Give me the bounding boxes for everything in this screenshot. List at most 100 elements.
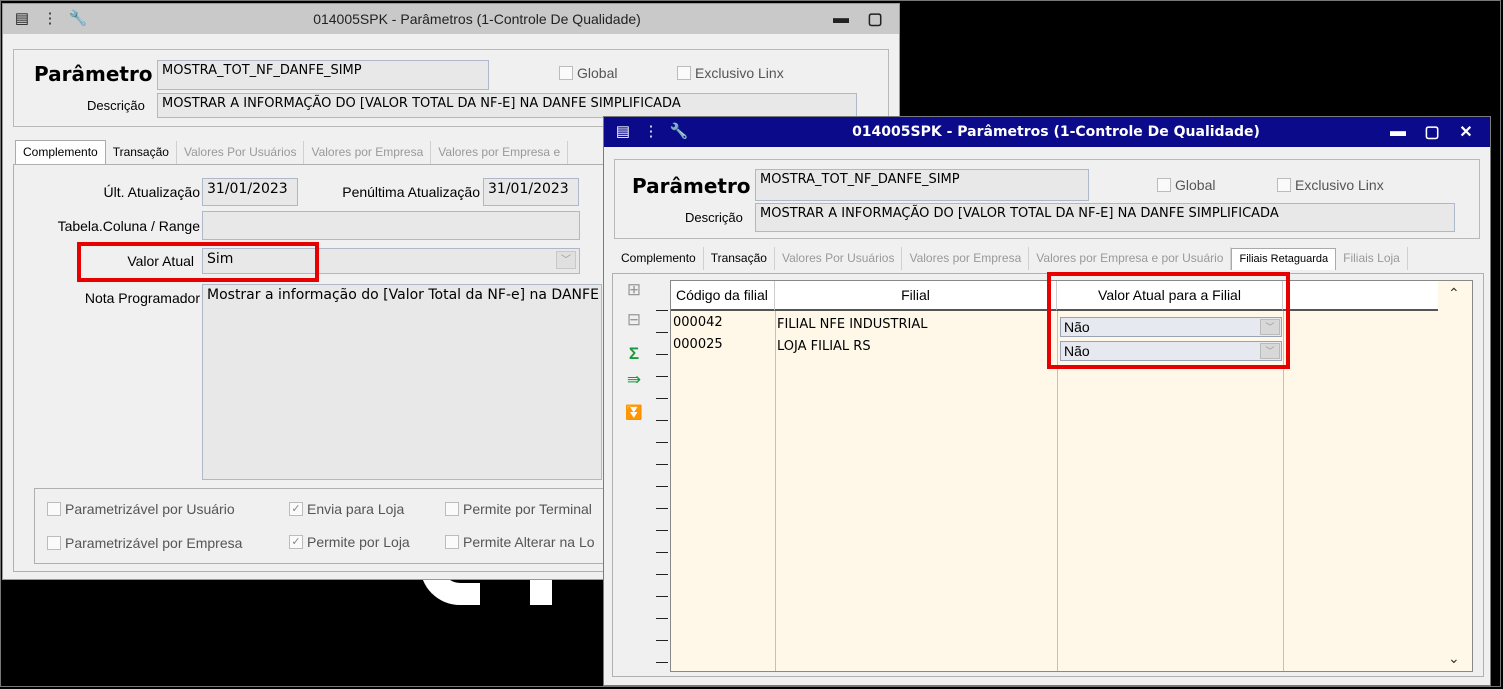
checkbox-box[interactable]	[559, 66, 573, 80]
row-indicator	[656, 376, 668, 377]
vertical-scrollbar[interactable]: ⌃ ⌄	[1438, 281, 1472, 671]
menu-icon[interactable]: ▤	[614, 124, 632, 140]
penultima-field[interactable]: 31/01/2023	[483, 178, 579, 206]
tab-complemento[interactable]: Complemento	[614, 247, 704, 270]
cell-codigo[interactable]: 000025	[673, 337, 723, 352]
maximize-button[interactable]: ▢	[865, 10, 885, 28]
parametro-field[interactable]: MOSTRA_TOT_NF_DANFE_SIMP	[755, 169, 1089, 201]
tab-transacao[interactable]: Transação	[106, 141, 177, 164]
checkbox-box[interactable]: ✓	[289, 502, 303, 516]
tab-valores-usuarios[interactable]: Valores Por Usuários	[775, 247, 903, 270]
exclusivo-checkbox[interactable]: Exclusivo Linx	[677, 65, 784, 81]
col-divider	[775, 311, 776, 671]
scroll-down-icon[interactable]: ⌄	[1448, 650, 1460, 667]
tab-valores-empresa-usuario[interactable]: Valores por Empresa e	[431, 141, 569, 164]
global-checkbox[interactable]: Global	[559, 65, 617, 81]
parametro-label: Parâmetro	[34, 62, 153, 86]
checkbox-box[interactable]	[677, 66, 691, 80]
tab-valores-empresa[interactable]: Valores por Empresa	[304, 141, 432, 164]
row-indicator	[656, 508, 668, 509]
row-indicator	[656, 398, 668, 399]
row-indicator	[656, 574, 668, 575]
envia-loja-label: Envia para Loja	[307, 501, 405, 517]
param-empresa-label: Parametrizável por Empresa	[65, 535, 243, 551]
highlight-valor-atual	[77, 242, 319, 282]
permite-alterar-checkbox[interactable]: Permite Alterar na Lo	[445, 534, 595, 550]
row-indicator	[656, 442, 668, 443]
back-title-bar: ▤ ⋮ 🔧 014005SPK - Parâmetros (1-Controle…	[3, 4, 899, 34]
permite-terminal-checkbox[interactable]: Permite por Terminal	[445, 501, 592, 517]
tab-valores-empresa-usuario[interactable]: Valores por Empresa e por Usuário	[1029, 247, 1232, 270]
checkbox-box[interactable]	[1277, 178, 1291, 192]
traffic-light-icon[interactable]: ⋮	[642, 124, 660, 140]
maximize-button[interactable]: ▢	[1422, 123, 1442, 141]
exclusivo-label: Exclusivo Linx	[695, 65, 784, 81]
permite-loja-checkbox[interactable]: ✓ Permite por Loja	[289, 534, 410, 550]
expand-all-icon[interactable]: ⏬	[623, 402, 645, 422]
row-indicator	[656, 552, 668, 553]
remove-row-icon[interactable]: ⊟	[623, 310, 645, 330]
permite-alterar-label: Permite Alterar na Lo	[463, 534, 595, 550]
global-label: Global	[1175, 177, 1216, 193]
global-label: Global	[577, 65, 618, 81]
exclusivo-checkbox[interactable]: Exclusivo Linx	[1277, 177, 1384, 193]
tab-filiais-retaguarda[interactable]: Filiais Retaguarda	[1231, 248, 1337, 270]
row-indicator	[656, 420, 668, 421]
row-indicator	[656, 354, 668, 355]
checkbox-box[interactable]	[1157, 178, 1171, 192]
permite-loja-label: Permite por Loja	[307, 534, 410, 550]
exclusivo-label: Exclusivo Linx	[1295, 177, 1384, 193]
descricao-label: Descrição	[685, 210, 743, 225]
cell-codigo[interactable]: 000042	[673, 315, 723, 330]
envia-loja-checkbox[interactable]: ✓ Envia para Loja	[289, 501, 404, 517]
close-button[interactable]: ✕	[1456, 123, 1476, 141]
front-window: ▤ ⋮ 🔧 014005SPK - Parâmetros (1-Controle…	[603, 116, 1491, 686]
descricao-field[interactable]: MOSTRAR A INFORMAÇÃO DO [VALOR TOTAL DA …	[157, 93, 857, 118]
ult-atualizacao-field[interactable]: 31/01/2023	[202, 178, 298, 206]
global-checkbox[interactable]: Global	[1157, 177, 1215, 193]
chevron-down-icon[interactable]: ﹀	[556, 251, 576, 269]
window-title: 014005SPK - Parâmetros (1-Controle De Qu…	[313, 11, 641, 27]
row-indicator	[656, 618, 668, 619]
checkbox-box[interactable]	[47, 502, 61, 516]
front-tabs: Complemento Transação Valores Por Usuári…	[614, 247, 1408, 270]
wrench-icon[interactable]: 🔧	[69, 11, 88, 27]
param-empresa-checkbox[interactable]: Parametrizável por Empresa	[47, 535, 242, 551]
tab-valores-empresa[interactable]: Valores por Empresa	[902, 247, 1030, 270]
cell-filial[interactable]: LOJA FILIAL RS	[777, 339, 871, 354]
header-codigo[interactable]: Código da filial	[671, 281, 775, 311]
tab-filiais-loja[interactable]: Filiais Loja	[1336, 247, 1408, 270]
add-row-icon[interactable]: ⊞	[623, 280, 645, 300]
back-tabs: Complemento Transação Valores Por Usuári…	[15, 140, 569, 164]
cell-filial[interactable]: FILIAL NFE INDUSTRIAL	[777, 317, 927, 332]
row-indicator	[656, 662, 668, 663]
permite-terminal-label: Permite por Terminal	[463, 501, 592, 517]
tab-transacao[interactable]: Transação	[704, 247, 775, 270]
minimize-button[interactable]: ▬	[1388, 123, 1408, 141]
nota-field[interactable]: Mostrar a informação do [Valor Total da …	[202, 284, 602, 480]
tab-valores-usuarios[interactable]: Valores Por Usuários	[177, 141, 305, 164]
minimize-button[interactable]: ▬	[831, 10, 851, 28]
tab-complemento[interactable]: Complemento	[15, 140, 106, 164]
header-filial[interactable]: Filial	[775, 281, 1057, 311]
row-indicator	[656, 596, 668, 597]
descricao-field[interactable]: MOSTRAR A INFORMAÇÃO DO [VALOR TOTAL DA …	[755, 203, 1455, 232]
menu-icon[interactable]: ▤	[13, 11, 31, 27]
ult-atualizacao-label: Últ. Atualização	[103, 184, 201, 200]
row-indicator	[656, 464, 668, 465]
checkbox-box[interactable]	[445, 535, 459, 549]
export-icon[interactable]: ⇛	[623, 370, 645, 390]
param-header: Parâmetro MOSTRA_TOT_NF_DANFE_SIMP Globa…	[614, 159, 1480, 239]
tabela-field[interactable]	[202, 211, 580, 240]
param-usuario-label: Parametrizável por Usuário	[65, 501, 235, 517]
wrench-icon[interactable]: 🔧	[670, 124, 689, 140]
checkbox-box[interactable]	[445, 502, 459, 516]
row-indicator	[656, 332, 668, 333]
parametro-field[interactable]: MOSTRA_TOT_NF_DANFE_SIMP	[157, 60, 489, 90]
sum-icon[interactable]: Σ	[623, 344, 645, 364]
traffic-light-icon[interactable]: ⋮	[41, 11, 59, 27]
scroll-up-icon[interactable]: ⌃	[1448, 285, 1460, 302]
checkbox-box[interactable]	[47, 536, 61, 550]
param-usuario-checkbox[interactable]: Parametrizável por Usuário	[47, 501, 235, 517]
checkbox-box[interactable]: ✓	[289, 535, 303, 549]
